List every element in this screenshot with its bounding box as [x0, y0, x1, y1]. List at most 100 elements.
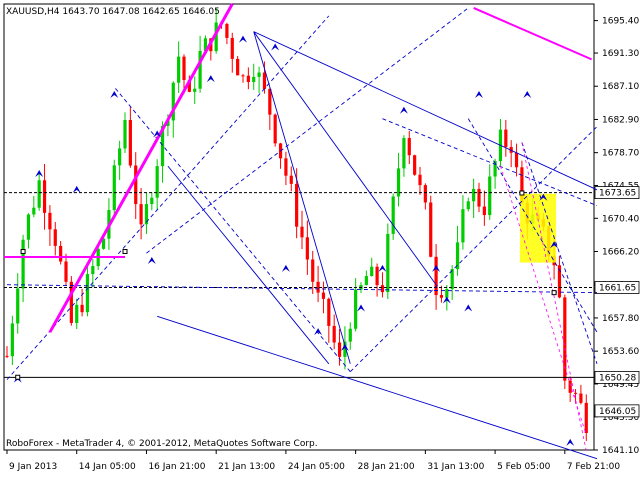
y-tick-label: 1657.80 [602, 314, 639, 324]
candle-body [241, 75, 245, 77]
x-tick-label: 16 Jan 21:00 [148, 462, 205, 472]
candle-body [139, 204, 143, 225]
anchor-marker [519, 190, 525, 196]
candle-body [252, 76, 256, 83]
candle-body [455, 242, 460, 270]
candle-body [391, 196, 395, 234]
candle-body [150, 197, 154, 205]
candle-body [418, 174, 422, 186]
candle-body [91, 266, 95, 275]
candle-body [123, 120, 127, 149]
candle-body [380, 285, 385, 293]
candle-body [504, 129, 508, 147]
candle-body [402, 138, 406, 169]
candle-body [514, 152, 519, 168]
candle-body [26, 214, 31, 240]
price-chart: 1695.401691.301687.101682.901678.701674.… [0, 0, 640, 480]
candle-body [268, 88, 272, 115]
candle-body [423, 185, 427, 203]
y-tick-label: 1653.60 [602, 347, 639, 357]
candle-body [10, 323, 14, 357]
candle-body [80, 304, 84, 313]
candle-body [439, 295, 444, 298]
candle-body [295, 183, 299, 227]
candle-body [32, 207, 36, 215]
candle-body [488, 176, 492, 216]
y-tick-label: 1678.70 [602, 149, 639, 159]
candle-body [429, 202, 433, 257]
anchor-marker [551, 290, 557, 296]
candle-body [327, 298, 331, 326]
candle-body [59, 245, 63, 262]
candle-body [112, 165, 116, 211]
candle-body [64, 261, 68, 282]
candle-body [182, 56, 186, 80]
candle-body [466, 201, 470, 210]
candle-body [348, 328, 352, 342]
x-tick-label: 28 Jan 21:00 [358, 462, 415, 472]
candle-body [177, 56, 181, 83]
y-tick-label: 1695.40 [602, 17, 639, 27]
candle-body [472, 188, 476, 202]
candle-body [579, 393, 583, 403]
x-tick-label: 7 Feb 21:00 [567, 462, 621, 472]
chart-svg: 1695.401691.301687.101682.901678.701674.… [3, 3, 639, 472]
candle-body [118, 148, 122, 166]
candle-body [332, 325, 336, 343]
x-tick-label: 9 Jan 2013 [9, 462, 57, 472]
candle-body [370, 266, 374, 277]
candle-body [21, 239, 25, 289]
candle-body [128, 120, 132, 166]
candle-body [53, 229, 57, 246]
candle-body [37, 180, 41, 208]
candle-body [5, 355, 9, 357]
y-tick-label: 1691.30 [602, 49, 639, 59]
candle-body [134, 165, 138, 205]
x-tick-label: 14 Jan 05:00 [79, 462, 136, 472]
candle-body [482, 206, 486, 216]
candle-body [48, 212, 52, 230]
candle-body [289, 175, 293, 184]
chart-copyright: RoboForex - MetaTrader 4, © 2001-2012, M… [6, 439, 318, 449]
anchor-marker [122, 249, 128, 255]
candle-body [337, 342, 342, 357]
candle-body [230, 37, 234, 59]
candle-body [69, 281, 73, 323]
candle-body [573, 392, 578, 394]
candle-body [225, 23, 229, 38]
candle-body [364, 276, 368, 286]
anchor-marker [15, 374, 21, 380]
candle-body [305, 237, 309, 260]
candle-body [198, 50, 202, 89]
x-tick-label: 5 Feb 05:00 [497, 462, 551, 472]
chart-header: XAUUSD,H4 1643.70 1647.08 1642.65 1646.0… [6, 7, 220, 17]
y-tick-label: 1666.20 [602, 248, 639, 258]
forecast-highlight [519, 193, 557, 263]
candle-body [16, 288, 20, 324]
x-tick-label: 21 Jan 13:00 [218, 462, 275, 472]
candle-body [300, 226, 304, 238]
candle-body [413, 155, 417, 175]
level-label: 1661.65 [599, 283, 636, 293]
x-tick-label: 31 Jan 13:00 [427, 462, 484, 472]
candle-body [321, 292, 326, 299]
candle-body [42, 180, 47, 213]
candle-body [461, 209, 465, 243]
candle-body [284, 158, 288, 176]
candle-body [434, 256, 438, 296]
candle-body [273, 114, 277, 144]
candle-body [584, 402, 588, 433]
x-tick-label: 24 Jan 05:00 [288, 462, 345, 472]
candle-body [257, 72, 261, 77]
y-tick-label: 1682.90 [602, 115, 639, 125]
candle-body [477, 188, 481, 207]
y-tick-label: 1687.10 [602, 82, 639, 92]
level-label: 1673.65 [599, 189, 636, 199]
candle-body [311, 259, 315, 282]
y-tick-label: 1641.10 [602, 446, 639, 456]
candle-body [445, 289, 449, 298]
candle-body [246, 75, 250, 83]
anchor-marker [20, 249, 26, 255]
candle-body [193, 88, 197, 92]
candle-body [407, 138, 411, 156]
